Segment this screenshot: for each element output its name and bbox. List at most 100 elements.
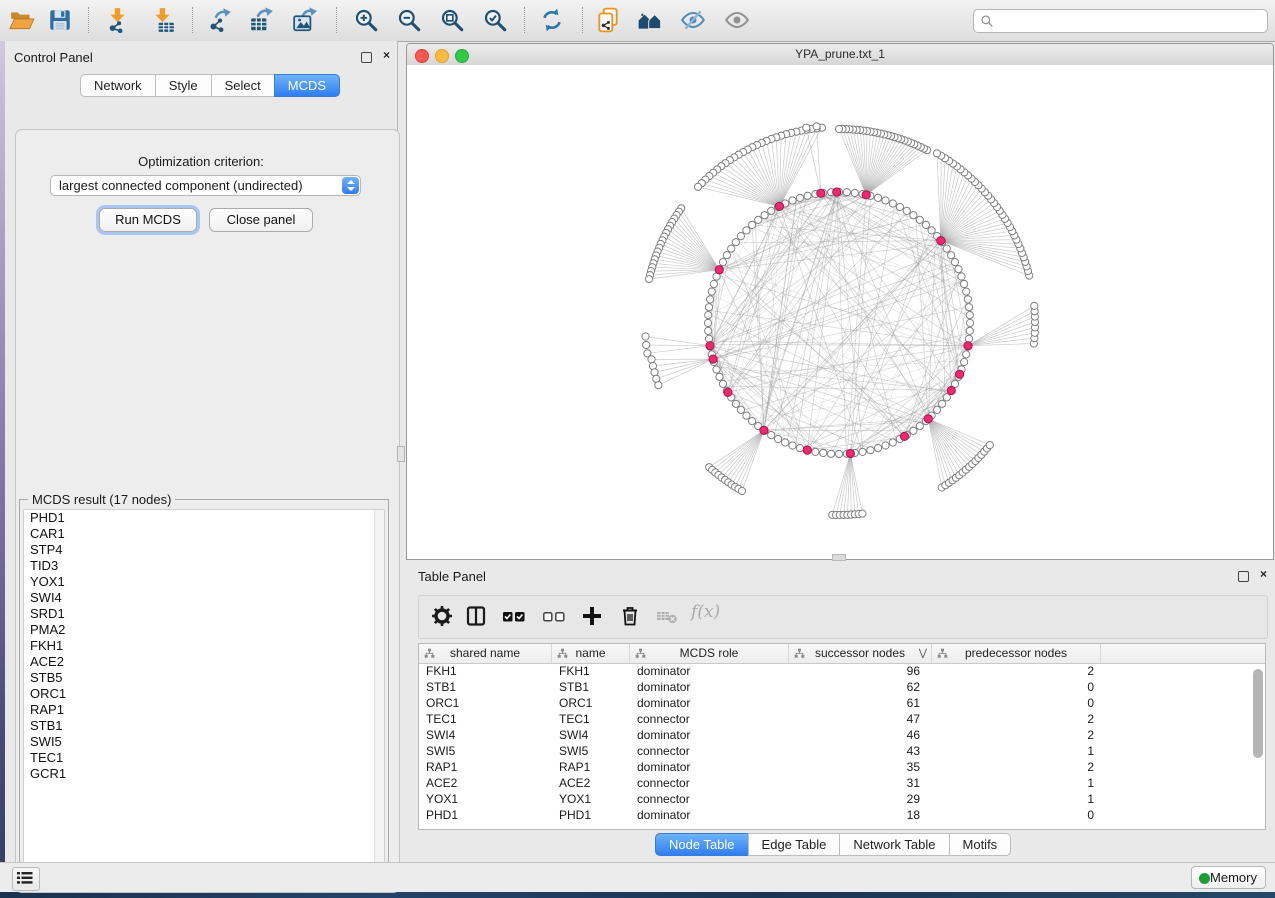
optimization-criterion-label: Optimization criterion:	[5, 154, 397, 169]
table-row[interactable]: TEC1TEC1connector472	[419, 711, 1265, 727]
mcds-result-item[interactable]: YOX1	[24, 574, 384, 590]
delete-column-icon[interactable]	[618, 604, 644, 630]
table-cell: 46	[789, 727, 932, 743]
home-icon[interactable]	[637, 7, 663, 33]
mcds-result-item[interactable]: TID3	[24, 558, 384, 574]
close-panel-button[interactable]: Close panel	[209, 208, 313, 232]
deselect-all-icon[interactable]	[542, 604, 568, 630]
mcds-result-item[interactable]: SWI4	[24, 590, 384, 606]
import-table-icon[interactable]	[150, 7, 176, 33]
toolbar-separator	[336, 7, 337, 33]
column-header-MCDS-role[interactable]: MCDS role	[630, 644, 789, 663]
table-settings-icon[interactable]	[430, 604, 456, 630]
table-panel: Table Panel × f(x) shared namenameMCDS r…	[405, 563, 1275, 858]
mcds-result-item[interactable]: STB5	[24, 670, 384, 686]
column-header-shared-name[interactable]: shared name	[419, 644, 552, 663]
table-row[interactable]: RAP1RAP1dominator352	[419, 759, 1265, 775]
mcds-result-item[interactable]: TEC1	[24, 750, 384, 766]
export-network-icon[interactable]	[207, 7, 233, 33]
run-mcds-button[interactable]: Run MCDS	[99, 208, 197, 232]
hide-details-icon[interactable]	[680, 7, 706, 33]
table-row[interactable]: SWI4SWI4dominator462	[419, 727, 1265, 743]
table-cell: TEC1	[419, 711, 552, 727]
mcds-result-item[interactable]: STB1	[24, 718, 384, 734]
mcds-result-item[interactable]: ORC1	[24, 686, 384, 702]
zoom-in-icon[interactable]	[353, 7, 379, 33]
network-window-titlebar[interactable]: YPA_prune.txt_1	[407, 44, 1273, 66]
mcds-result-item[interactable]: RAP1	[24, 702, 384, 718]
mcds-list-scrollbar[interactable]	[374, 510, 384, 874]
table-scrollbar-thumb[interactable]	[1253, 669, 1263, 758]
table-row[interactable]: SWI5SWI5connector431	[419, 743, 1265, 759]
tab-edge-table[interactable]: Edge Table	[748, 833, 841, 856]
table-cell: dominator	[630, 663, 789, 679]
share-document-icon[interactable]	[595, 7, 621, 33]
network-canvas[interactable]	[407, 65, 1273, 559]
close-panel-icon[interactable]: ×	[380, 50, 393, 63]
refresh-icon[interactable]	[539, 7, 565, 33]
table-row[interactable]: YOX1YOX1connector291	[419, 791, 1265, 807]
mcds-result-item[interactable]: FKH1	[24, 638, 384, 654]
search-input[interactable]	[998, 13, 1267, 29]
zoom-selected-icon[interactable]	[482, 7, 508, 33]
mcds-result-item[interactable]: GCR1	[24, 766, 384, 782]
column-header-predecessor-nodes[interactable]: predecessor nodes	[932, 644, 1101, 663]
status-bar: Memory	[0, 862, 1275, 892]
column-header-name[interactable]: name	[552, 644, 630, 663]
horizontal-splitter-handle[interactable]	[832, 554, 846, 561]
table-row[interactable]: ORC1ORC1dominator610	[419, 695, 1265, 711]
network-window: YPA_prune.txt_1	[406, 43, 1274, 560]
tab-select[interactable]: Select	[211, 74, 275, 97]
table-row[interactable]: PHD1PHD1dominator180	[419, 807, 1265, 823]
mcds-result-item[interactable]: PMA2	[24, 622, 384, 638]
control-panel: Control Panel × NetworkStyleSelectMCDS O…	[5, 41, 398, 862]
select-all-check-icon[interactable]	[502, 604, 528, 630]
float-panel-icon[interactable]	[1238, 571, 1249, 582]
table-body: FKH1FKH1dominator962STB1STB1dominator620…	[419, 663, 1265, 829]
zoom-fit-icon[interactable]	[439, 7, 465, 33]
export-image-icon[interactable]	[292, 7, 318, 33]
mcds-result-item[interactable]: ACE2	[24, 654, 384, 670]
import-network-icon[interactable]	[105, 7, 131, 33]
table-cell: 2	[932, 711, 1101, 727]
table-cell: 18	[789, 807, 932, 823]
tab-motifs[interactable]: Motifs	[949, 833, 1012, 856]
table-row[interactable]: ACE2ACE2connector311	[419, 775, 1265, 791]
tab-style[interactable]: Style	[155, 74, 212, 97]
network-graph[interactable]	[407, 65, 1273, 559]
network-window-title: YPA_prune.txt_1	[407, 47, 1273, 61]
tab-network-table[interactable]: Network Table	[839, 833, 949, 856]
save-session-icon[interactable]	[47, 7, 73, 33]
table-cell: 0	[932, 679, 1101, 695]
mcds-result-item[interactable]: STP4	[24, 542, 384, 558]
optimization-criterion-select[interactable]: largest connected component (undirected)	[50, 175, 361, 196]
table-cell: SWI4	[419, 727, 552, 743]
float-panel-icon[interactable]	[361, 52, 372, 63]
tab-node-table[interactable]: Node Table	[655, 833, 749, 856]
table-cell: 0	[932, 807, 1101, 823]
delete-table-icon[interactable]	[655, 604, 681, 630]
mcds-result-item[interactable]: SWI5	[24, 734, 384, 750]
table-cell: 35	[789, 759, 932, 775]
table-row[interactable]: FKH1FKH1dominator962	[419, 663, 1265, 679]
close-panel-icon[interactable]: ×	[1257, 569, 1270, 582]
mcds-result-item[interactable]: SRD1	[24, 606, 384, 622]
export-table-icon[interactable]	[249, 7, 275, 33]
mcds-result-item[interactable]: PHD1	[24, 510, 384, 526]
column-layout-icon[interactable]	[464, 604, 490, 630]
table-row[interactable]: STB1STB1dominator620	[419, 679, 1265, 695]
main-toolbar	[0, 0, 1275, 42]
task-history-button[interactable]	[12, 867, 40, 891]
memory-button[interactable]: Memory	[1191, 866, 1266, 889]
add-column-icon[interactable]	[580, 604, 606, 630]
table-cell: SWI5	[419, 743, 552, 759]
show-details-icon[interactable]	[724, 7, 750, 33]
zoom-out-icon[interactable]	[396, 7, 422, 33]
open-file-icon[interactable]	[9, 7, 35, 33]
mcds-result-item[interactable]: CAR1	[24, 526, 384, 542]
column-header-successor-nodes[interactable]: successor nodes⋁	[789, 644, 932, 663]
tab-network[interactable]: Network	[80, 74, 156, 97]
vertical-splitter-handle[interactable]	[397, 446, 405, 462]
search-field[interactable]	[973, 9, 1268, 33]
tab-mcds[interactable]: MCDS	[274, 74, 340, 97]
